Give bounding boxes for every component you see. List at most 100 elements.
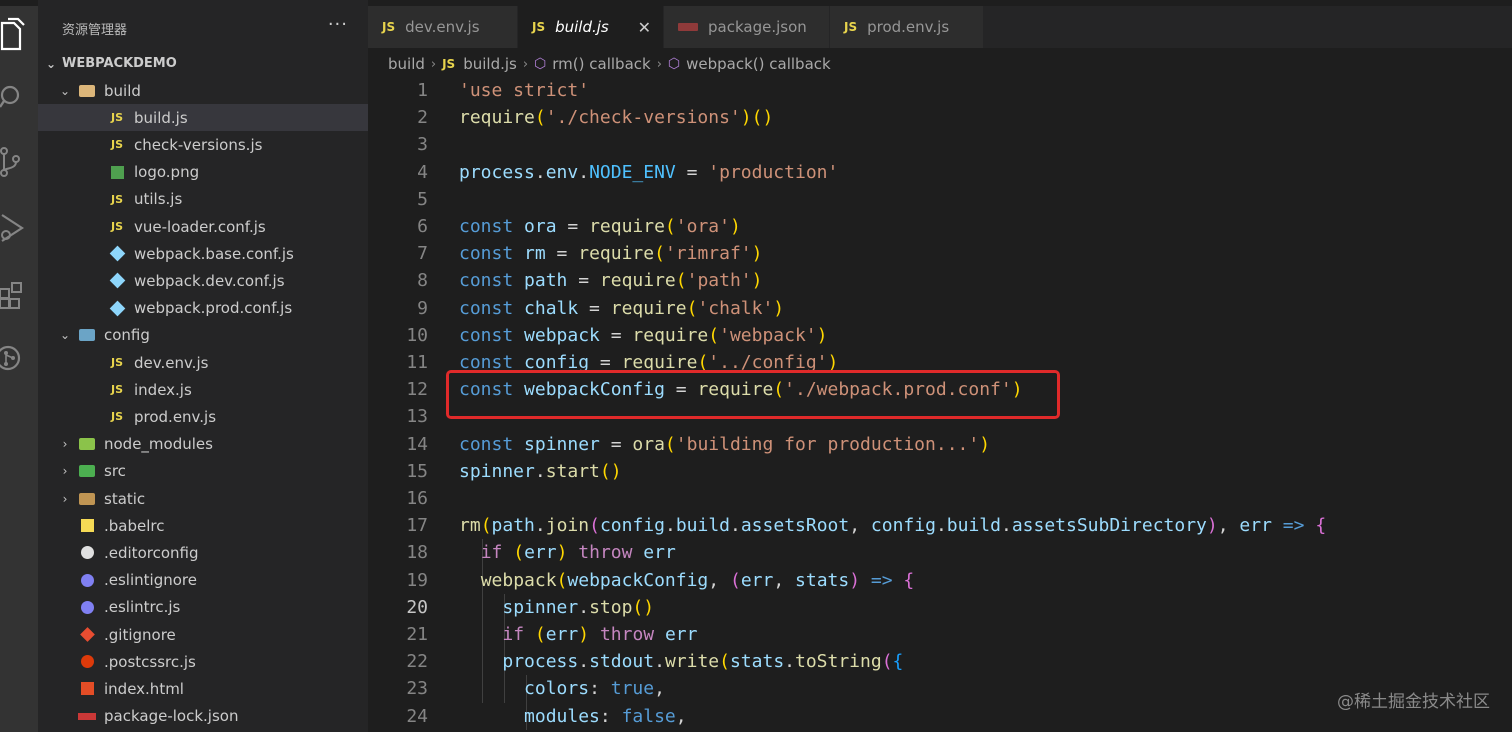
tree-file-postcssrc-js[interactable]: .postcssrc.js [38, 648, 368, 675]
code-line[interactable]: 16 [368, 485, 1512, 512]
tree-file-vue-loader-conf-js[interactable]: JS vue-loader.conf.js [38, 213, 368, 240]
tab-label: dev.env.js [405, 18, 480, 36]
tree-folder-build[interactable]: ⌄ build [38, 77, 368, 104]
code-line[interactable]: 20 spinner.stop() [368, 594, 1512, 621]
tree-item-label: .babelrc [104, 516, 165, 535]
code-line[interactable]: 10 const webpack = require('webpack') [368, 322, 1512, 349]
code-text: rm(path.join(config.build.assetsRoot, co… [459, 515, 1327, 537]
tree-file-eslintignore[interactable]: .eslintignore [38, 567, 368, 594]
code-line[interactable]: 18 if (err) throw err [368, 539, 1512, 566]
extensions-icon[interactable] [0, 272, 38, 316]
code-line[interactable]: 5 [368, 186, 1512, 213]
code-text: spinner.stop() [502, 596, 655, 618]
tab-build-js[interactable]: JS build.js ✕ [518, 6, 664, 48]
tree-file-webpack-base-conf-js[interactable]: webpack.base.conf.js [38, 240, 368, 267]
code-line[interactable]: 2 require('./check-versions')() [368, 104, 1512, 131]
tree-file-editorconfig[interactable]: .editorconfig [38, 539, 368, 566]
tree-file-dev-env-js[interactable]: JS dev.env.js [38, 349, 368, 376]
breadcrumb-item[interactable]: webpack() callback [686, 55, 831, 73]
tab-prod-env-js[interactable]: JS prod.env.js [830, 6, 984, 48]
npm-file-icon [678, 23, 698, 31]
chevron-down-icon: ⌄ [45, 56, 57, 71]
code-text: require('./check-versions')() [459, 107, 774, 129]
tree-item-label: utils.js [134, 190, 183, 209]
tree-file-index-js[interactable]: JS index.js [38, 376, 368, 403]
run-debug-icon[interactable] [0, 206, 38, 250]
tree-item-label: webpack.dev.conf.js [134, 271, 285, 290]
code-line[interactable]: 7 const rm = require('rimraf') [368, 240, 1512, 267]
js-file-icon: JS [110, 111, 123, 125]
code-line[interactable]: 19 webpack(webpackConfig, (err, stats) =… [368, 567, 1512, 594]
tree-file-check-versions-js[interactable]: JS check-versions.js [38, 131, 368, 158]
code-line[interactable]: 1 'use strict' [368, 77, 1512, 104]
code-text: modules: false, [524, 705, 687, 727]
more-actions-icon[interactable]: ··· [328, 14, 348, 35]
breadcrumb-item[interactable]: build.js [463, 55, 517, 73]
code-line[interactable]: 17 rm(path.join(config.build.assetsRoot, … [368, 512, 1512, 539]
code-line[interactable]: 4 process.env.NODE_ENV = 'production' [368, 159, 1512, 186]
tab-label: package.json [708, 18, 807, 36]
workspace-root[interactable]: ⌄ WEBPACKDEMO [38, 50, 368, 77]
tree-item-label: dev.env.js [134, 353, 209, 372]
tree-file-index-html[interactable]: index.html [38, 675, 368, 702]
js-file-icon: JS [110, 383, 123, 397]
node-folder-icon [78, 436, 96, 452]
editor-area: JS dev.env.js JS build.js ✕ package.json JS pro… [368, 0, 1512, 732]
tree-folder-src[interactable]: › src [38, 458, 368, 485]
webpack-file-icon [108, 273, 126, 289]
close-icon[interactable]: ✕ [638, 18, 651, 37]
breadcrumb-item[interactable]: rm() callback [552, 55, 650, 73]
tab-package-json[interactable]: package.json [664, 6, 830, 48]
line-number: 4 [417, 161, 428, 183]
code-line[interactable]: 6 const ora = require('ora') [368, 213, 1512, 240]
code-text: const webpack = require('webpack') [459, 324, 828, 346]
code-line[interactable]: 15 spinner.start() [368, 458, 1512, 485]
tree-folder-static[interactable]: › static [38, 485, 368, 512]
git-graph-icon[interactable] [0, 336, 38, 380]
search-icon[interactable] [0, 76, 38, 120]
explorer-icon[interactable] [0, 12, 38, 56]
line-number: 8 [417, 270, 428, 292]
line-number: 5 [417, 188, 428, 210]
line-number: 21 [406, 624, 428, 645]
tree-file-package-lock-json[interactable]: package-lock.json [38, 703, 368, 730]
explorer-header: 资源管理器 ··· [38, 0, 368, 56]
tree-item-label: check-versions.js [134, 135, 263, 154]
tree-folder-config[interactable]: ⌄ config [38, 322, 368, 349]
tree-item-label: build [104, 81, 141, 100]
highlight-box [446, 370, 1060, 419]
tree-file-build-js[interactable]: JS build.js [38, 104, 368, 132]
npm-file-icon [78, 708, 96, 724]
code-line[interactable]: 14 const spinner = ora('building for prod… [368, 431, 1512, 458]
code-text: process.env.NODE_ENV = 'production' [459, 161, 839, 183]
chevron-right-icon: › [430, 56, 437, 72]
code-text: const path = require('path') [459, 270, 763, 292]
code-text: const ora = require('ora') [459, 216, 741, 237]
tab-dev-env-js[interactable]: JS dev.env.js [368, 6, 518, 48]
code-text: webpack(webpackConfig, (err, stats) => { [480, 569, 915, 591]
tree-folder-node-modules[interactable]: › node_modules [38, 431, 368, 458]
breadcrumb-item[interactable]: build [388, 55, 425, 73]
code-line[interactable]: 22 process.stdout.write(stats.toString({ [368, 648, 1512, 675]
tree-file-eslintrc-js[interactable]: .eslintrc.js [38, 594, 368, 621]
chevron-down-icon: ⌄ [59, 83, 71, 98]
workspace-name: WEBPACKDEMO [62, 56, 177, 71]
code-line[interactable]: 8 const path = require('path') [368, 267, 1512, 294]
tree-file-webpack-prod-conf-js[interactable]: webpack.prod.conf.js [38, 295, 368, 322]
tree-file-webpack-dev-conf-js[interactable]: webpack.dev.conf.js [38, 267, 368, 294]
line-number: 23 [406, 678, 428, 700]
code-line[interactable]: 21 if (err) throw err [368, 621, 1512, 648]
line-number: 6 [417, 216, 428, 237]
tree-file-babelrc[interactable]: .babelrc [38, 512, 368, 539]
tree-file-logo-png[interactable]: logo.png [38, 159, 368, 186]
code-line[interactable]: 3 [368, 131, 1512, 158]
html-file-icon [78, 681, 96, 697]
tree-file-prod-env-js[interactable]: JS prod.env.js [38, 403, 368, 430]
source-control-icon[interactable] [0, 140, 38, 184]
tree-item-label: webpack.base.conf.js [134, 244, 294, 263]
tree-file-gitignore[interactable]: .gitignore [38, 621, 368, 648]
code-line[interactable]: 9 const chalk = require('chalk') [368, 295, 1512, 322]
webpack-file-icon [108, 300, 126, 316]
editorconfig-file-icon [78, 545, 96, 561]
tree-file-utils-js[interactable]: JS utils.js [38, 186, 368, 213]
